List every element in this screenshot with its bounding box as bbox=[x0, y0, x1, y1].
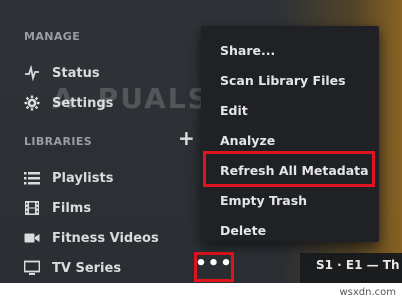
sidebar-item-films[interactable]: Films bbox=[24, 197, 91, 219]
episode-label: S1 · E1 — Th bbox=[316, 258, 400, 272]
site-watermark: wsxdn.com bbox=[339, 287, 396, 298]
sidebar-item-label: TV Series bbox=[52, 260, 122, 276]
menu-item-delete[interactable]: Delete bbox=[220, 219, 266, 241]
sidebar-item-settings[interactable]: Settings bbox=[24, 92, 113, 114]
menu-item-share[interactable]: Share... bbox=[220, 39, 275, 61]
context-menu: Share... Scan Library Files Edit Analyze… bbox=[201, 26, 379, 242]
add-library-plus-icon[interactable]: + bbox=[178, 128, 195, 148]
sidebar-item-label: Films bbox=[52, 200, 92, 216]
sidebar-item-status[interactable]: Status bbox=[24, 62, 100, 84]
sidebar-item-label: Settings bbox=[52, 95, 114, 111]
refresh-metadata-highlight bbox=[203, 151, 375, 187]
film-icon bbox=[24, 200, 40, 216]
libraries-header: LIBRARIES bbox=[24, 135, 93, 148]
menu-item-scan-library-files[interactable]: Scan Library Files bbox=[220, 69, 346, 91]
ellipsis-icon: ••• bbox=[195, 253, 233, 274]
sidebar-item-label: Status bbox=[52, 65, 100, 81]
more-options-button[interactable]: ••• bbox=[194, 252, 234, 282]
menu-item-analyze[interactable]: Analyze bbox=[220, 129, 275, 151]
menu-item-edit[interactable]: Edit bbox=[220, 99, 248, 121]
sidebar-item-tv-series[interactable]: TV Series bbox=[24, 257, 121, 279]
activity-icon bbox=[24, 65, 40, 81]
sidebar-item-label: Playlists bbox=[52, 170, 114, 186]
playlist-icon bbox=[24, 170, 40, 186]
video-camera-icon bbox=[24, 230, 40, 246]
tv-icon bbox=[24, 260, 40, 276]
sidebar-item-fitness-videos[interactable]: Fitness Videos bbox=[24, 227, 159, 249]
sidebar-item-playlists[interactable]: Playlists bbox=[24, 167, 113, 189]
sidebar-item-label: Fitness Videos bbox=[52, 230, 159, 246]
gear-icon bbox=[24, 95, 40, 111]
menu-item-empty-trash[interactable]: Empty Trash bbox=[220, 189, 307, 211]
manage-header: MANAGE bbox=[24, 30, 81, 43]
